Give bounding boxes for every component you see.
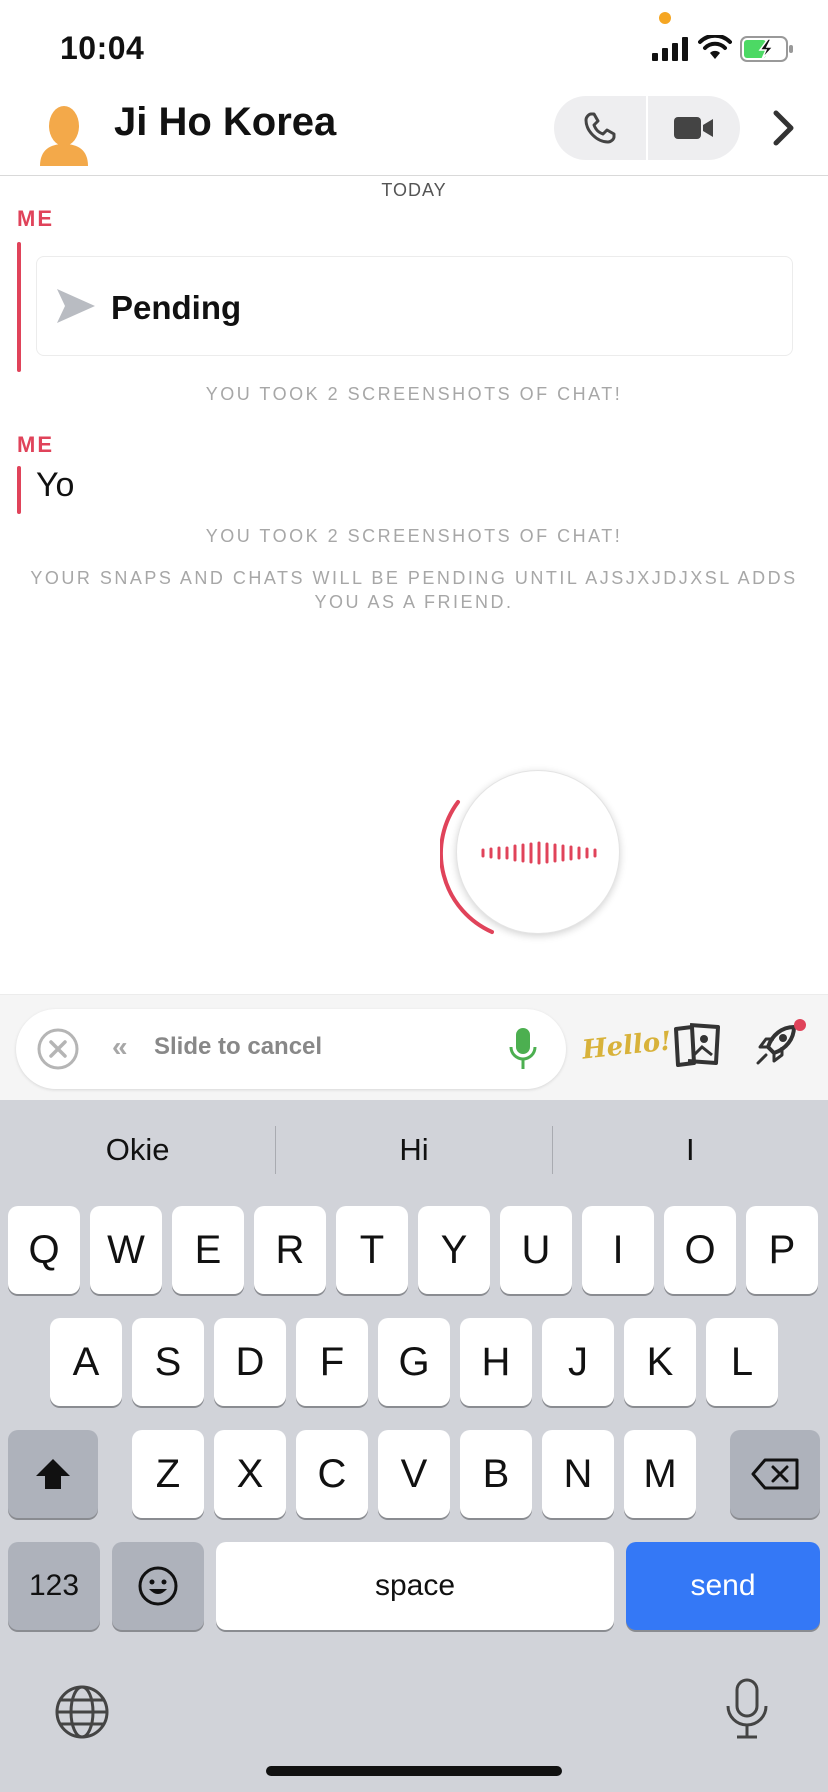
key-t[interactable]: T <box>336 1206 408 1294</box>
status-time: 10:04 <box>60 30 145 66</box>
pending-snap-message[interactable]: Pending <box>36 256 793 356</box>
backspace-icon <box>751 1458 799 1490</box>
key-v[interactable]: V <box>378 1430 450 1518</box>
delete-key[interactable] <box>730 1430 820 1518</box>
message-accent-bar <box>17 466 21 514</box>
key-g[interactable]: G <box>378 1318 450 1406</box>
numbers-key[interactable]: 123 <box>8 1542 100 1630</box>
key-d[interactable]: D <box>214 1318 286 1406</box>
globe-icon[interactable] <box>54 1684 110 1740</box>
privacy-indicator-dot <box>659 12 671 24</box>
memories-cards-icon[interactable] <box>672 1023 722 1067</box>
key-w[interactable]: W <box>90 1206 162 1294</box>
key-c[interactable]: C <box>296 1430 368 1518</box>
chat-input-bar: « Slide to cancel Hello! <box>0 994 828 1100</box>
key-r[interactable]: R <box>254 1206 326 1294</box>
chat-header: Ji Ho Korea <box>0 96 828 176</box>
call-button-group <box>554 96 740 160</box>
cellular-signal-icon <box>652 37 688 61</box>
message-accent-bar <box>17 242 21 372</box>
emoji-icon <box>138 1566 178 1606</box>
suggestion-3[interactable]: I <box>553 1132 828 1168</box>
screenshot-notice: YOU TOOK 2 SCREENSHOTS OF CHAT! <box>205 526 623 546</box>
video-call-button[interactable] <box>648 96 740 160</box>
emoji-key[interactable] <box>112 1542 204 1630</box>
sender-label: ME <box>17 206 54 231</box>
hello-sticker-button[interactable]: Hello! <box>581 1026 673 1065</box>
keyboard: Okie Hi I Q W E R T Y U I O P A S D F G … <box>0 1100 828 1792</box>
predictive-suggestions: Okie Hi I <box>0 1100 828 1200</box>
chat-message-text[interactable]: Yo <box>36 466 74 505</box>
key-s[interactable]: S <box>132 1318 204 1406</box>
send-arrow-icon <box>57 289 95 323</box>
key-j[interactable]: J <box>542 1318 614 1406</box>
microphone-icon <box>509 1028 537 1069</box>
send-key[interactable]: send <box>626 1542 820 1630</box>
slide-to-cancel-label: Slide to cancel <box>154 1033 323 1060</box>
phone-icon <box>584 112 616 144</box>
key-y[interactable]: Y <box>418 1206 490 1294</box>
key-m[interactable]: M <box>624 1430 696 1518</box>
suggestion-1[interactable]: Okie <box>0 1132 275 1168</box>
key-u[interactable]: U <box>500 1206 572 1294</box>
battery-charging-icon <box>740 36 793 62</box>
slide-arrows-icon: « <box>112 1031 128 1062</box>
shift-arrow-icon <box>36 1459 70 1489</box>
voice-record-indicator[interactable] <box>440 768 620 938</box>
screenshot-notice: YOU TOOK 2 SCREENSHOTS OF CHAT! <box>205 384 623 404</box>
sender-label: ME <box>17 432 54 457</box>
key-o[interactable]: O <box>664 1206 736 1294</box>
rocket-icon[interactable] <box>754 1021 800 1067</box>
shift-key[interactable] <box>8 1430 98 1518</box>
cancel-circle-icon[interactable] <box>36 1027 80 1071</box>
contact-name[interactable]: Ji Ho Korea <box>114 100 336 145</box>
space-key[interactable]: space <box>216 1542 614 1630</box>
key-a[interactable]: A <box>50 1318 122 1406</box>
date-divider: TODAY <box>381 180 447 200</box>
waveform-icon <box>481 841 597 865</box>
key-k[interactable]: K <box>624 1318 696 1406</box>
key-q[interactable]: Q <box>8 1206 80 1294</box>
record-button[interactable] <box>456 770 620 934</box>
dictation-microphone-icon[interactable] <box>724 1678 770 1740</box>
home-indicator <box>266 1766 562 1776</box>
suggestion-2[interactable]: Hi <box>276 1132 551 1168</box>
key-b[interactable]: B <box>460 1430 532 1518</box>
voice-call-button[interactable] <box>554 96 646 160</box>
key-z[interactable]: Z <box>132 1430 204 1518</box>
key-p[interactable]: P <box>746 1206 818 1294</box>
wifi-icon <box>698 35 732 59</box>
video-camera-icon <box>674 117 713 139</box>
key-x[interactable]: X <box>214 1430 286 1518</box>
avatar-icon[interactable] <box>38 104 90 166</box>
key-n[interactable]: N <box>542 1430 614 1518</box>
chevron-right-button[interactable] <box>766 108 802 148</box>
notification-dot <box>794 1019 806 1031</box>
key-e[interactable]: E <box>172 1206 244 1294</box>
chevron-right-icon <box>773 110 794 146</box>
status-bar: 10:04 <box>0 0 828 96</box>
voice-input-pill[interactable]: « Slide to cancel <box>16 1009 566 1089</box>
key-h[interactable]: H <box>460 1318 532 1406</box>
key-f[interactable]: F <box>296 1318 368 1406</box>
key-l[interactable]: L <box>706 1318 778 1406</box>
pending-friend-notice: YOUR SNAPS AND CHATS WILL BE PENDING UNT… <box>30 568 798 612</box>
key-i[interactable]: I <box>582 1206 654 1294</box>
pending-label: Pending <box>111 289 242 326</box>
